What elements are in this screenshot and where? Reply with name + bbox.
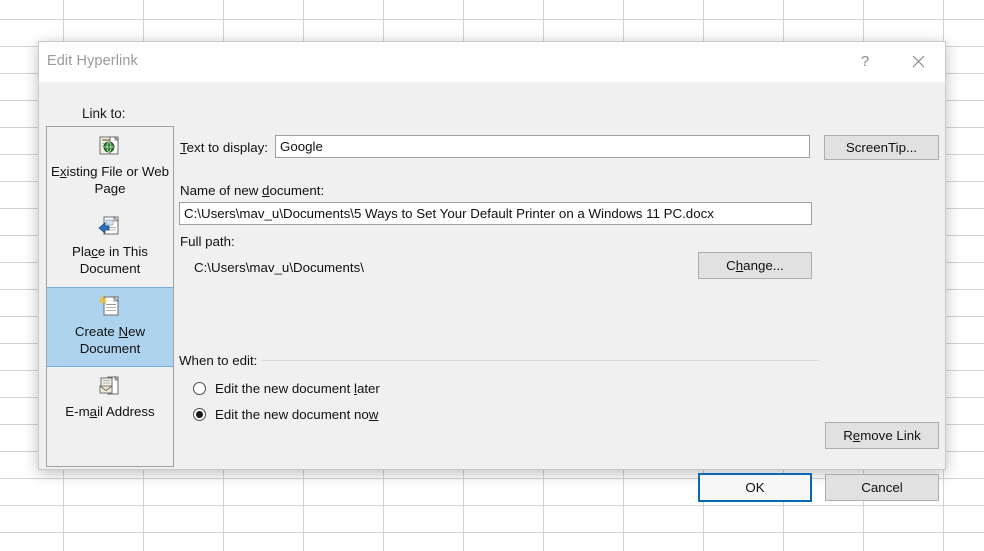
radio-mark — [193, 382, 206, 395]
help-icon[interactable]: ? — [843, 42, 887, 80]
radio-label: Edit the new document later — [215, 381, 380, 396]
link-to-label: Link to: — [82, 106, 126, 121]
sidebar-item-email-address[interactable]: E-mail Address — [47, 367, 173, 447]
sidebar-item-place-in-this-document[interactable]: Place in This Document — [47, 207, 173, 287]
sidebar-item-label: Existing File or Web Page — [51, 164, 170, 196]
text-to-display-input[interactable] — [275, 135, 810, 158]
radio-label: Edit the new document now — [215, 407, 379, 422]
edit-hyperlink-dialog: Edit Hyperlink ? Link to: Existing File … — [38, 41, 946, 502]
sidebar-item-existing-file-or-web-page[interactable]: Existing File or Web Page — [47, 127, 173, 207]
ok-button[interactable]: OK — [698, 473, 812, 502]
name-of-new-document-label: Name of new document: — [180, 183, 325, 198]
remove-link-button[interactable]: Re move Link — [825, 422, 939, 449]
dialog-body: Link to: Existing File or Web Page Place… — [39, 82, 945, 502]
sidebar-item-create-new-document[interactable]: Create New Document — [47, 287, 173, 367]
sidebar-item-label: Place in This Document — [72, 244, 148, 276]
when-to-edit-group-line — [261, 360, 819, 361]
radio-mark — [193, 408, 206, 421]
screentip-button[interactable]: ScreenTip... — [824, 135, 939, 160]
sidebar-item-label: E-mail Address — [65, 404, 155, 419]
sidebar-item-label: Create New Document — [74, 324, 146, 356]
name-of-new-document-input[interactable] — [179, 202, 812, 225]
create-new-document-icon — [96, 294, 124, 320]
close-icon[interactable] — [896, 42, 940, 80]
dialog-titlebar: Edit Hyperlink ? — [39, 42, 945, 82]
existing-file-web-page-icon — [96, 134, 124, 160]
radio-edit-later[interactable]: Edit the new document later — [193, 381, 380, 396]
dialog-title: Edit Hyperlink — [47, 53, 138, 69]
text-to-display-label: Text to display: — [180, 140, 268, 155]
change-button[interactable]: Ch ange... — [698, 252, 812, 279]
radio-edit-now[interactable]: Edit the new document now — [193, 407, 378, 422]
link-to-sidebar: Existing File or Web Page Place in This … — [46, 126, 174, 467]
full-path-value: C:\Users\mav_u\Documents\ — [194, 260, 364, 275]
help-question-mark: ? — [860, 52, 870, 70]
email-address-icon — [96, 374, 124, 400]
full-path-label: Full path: — [180, 234, 235, 249]
place-in-document-icon — [96, 214, 124, 240]
cancel-button[interactable]: Cancel — [825, 474, 939, 501]
when-to-edit-label: When to edit: — [179, 353, 263, 368]
